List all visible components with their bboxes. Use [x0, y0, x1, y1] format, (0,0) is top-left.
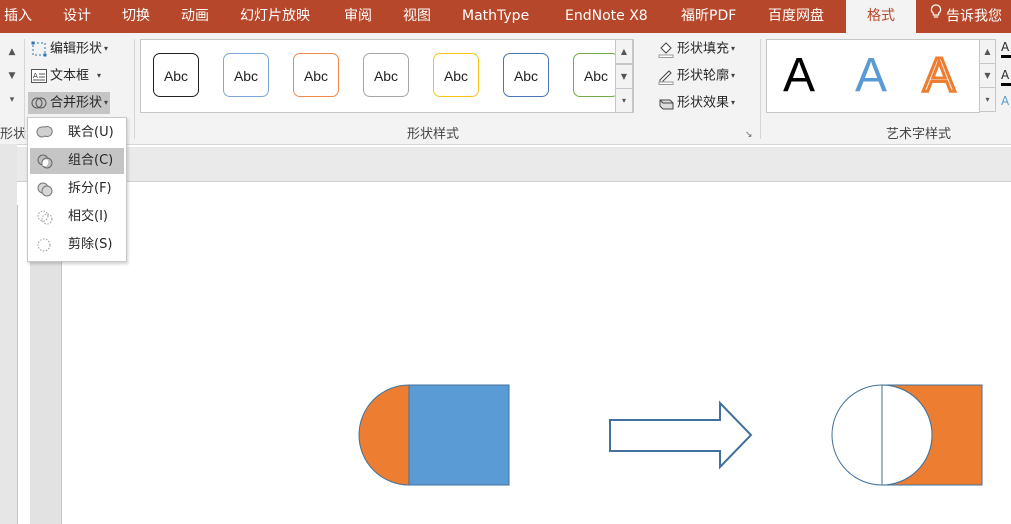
shape-style-swatch[interactable]: Abc	[223, 53, 269, 97]
shape-style-swatch[interactable]: Abc	[433, 53, 479, 97]
tab-format[interactable]: 格式	[846, 0, 916, 33]
tab-insert[interactable]: 插入	[4, 0, 32, 33]
ribbon-tab-bar: 插入 设计 切换 动画 幻灯片放映 审阅 视图 MathType EndNote…	[0, 0, 1011, 33]
tab-endnote[interactable]: EndNote X8	[565, 0, 648, 33]
combine-icon	[36, 152, 54, 170]
shape-style-swatch[interactable]: Abc	[293, 53, 339, 97]
merge-shapes-button[interactable]: 合并形状 ▾	[28, 92, 111, 114]
paint-bucket-icon	[657, 40, 677, 58]
wordart-scroll-down[interactable]: ▼	[979, 63, 996, 88]
tab-design[interactable]: 设计	[63, 0, 91, 33]
tab-review[interactable]: 审阅	[344, 0, 372, 33]
wordart-more[interactable]: ▾	[979, 87, 996, 112]
shape-styles-gallery[interactable]: Abc Abc Abc Abc Abc Abc Abc ▲ ▼ ▾	[140, 39, 634, 113]
menu-item-fragment[interactable]: 拆分(F)	[30, 176, 124, 202]
group-label-wordart: 艺术字样式	[886, 127, 952, 142]
menu-item-union[interactable]: 联合(U)	[30, 120, 124, 146]
wordart-swatch[interactable]: A	[921, 42, 956, 110]
scroll-up-icon[interactable]: ▲	[0, 41, 24, 63]
shape-style-swatch[interactable]: Abc	[153, 53, 199, 97]
shape-style-swatch[interactable]: Abc	[503, 53, 549, 97]
dialog-launcher-icon[interactable]: ↘	[745, 130, 753, 140]
horizontal-ruler	[17, 147, 1011, 182]
gallery-scroll-down[interactable]: ▼	[615, 64, 633, 89]
gallery-scroll-up[interactable]: ▲	[615, 39, 633, 64]
thumbnail-pane	[0, 144, 17, 524]
text-outline-icon[interactable]: A	[1001, 69, 1011, 86]
ribbon-format: ▲ ▼ ▾ 形状 编辑形状 ▾ A 文本框 ▾ 合并形状 ▾ Abc Abc Abc …	[0, 33, 1011, 145]
merge-shapes-icon	[30, 94, 50, 112]
shape-style-swatch[interactable]: Abc	[573, 53, 619, 97]
intersect-icon	[36, 208, 54, 226]
tab-baidu-netdisk[interactable]: 百度网盘	[768, 0, 824, 33]
shape-effects-button[interactable]: 形状效果 ▾	[655, 92, 737, 114]
group-label-shape-styles: 形状样式	[407, 127, 460, 142]
shape-fill-button[interactable]: 形状填充 ▾	[655, 38, 737, 60]
menu-item-combine[interactable]: 组合(C)	[30, 148, 124, 174]
menu-item-subtract[interactable]: 剪除(S)	[30, 232, 124, 258]
tab-slideshow[interactable]: 幻灯片放映	[240, 0, 310, 33]
half-circle-shape	[358, 384, 410, 486]
group-label-insert-shapes: 形状	[0, 127, 27, 142]
tell-me-label: 告诉我您	[946, 8, 1002, 25]
merge-shapes-menu: 联合(U) 组合(C) 拆分(F) 相交(I) 剪除(S)	[27, 117, 127, 262]
right-arrow-shape[interactable]	[609, 400, 753, 470]
tell-me-search[interactable]: 告诉我您	[930, 0, 1002, 33]
wordart-scroll-up[interactable]: ▲	[979, 39, 996, 64]
gallery-more[interactable]: ▾	[615, 88, 633, 113]
lightbulb-icon	[930, 0, 946, 33]
scroll-down-icon[interactable]: ▼	[0, 65, 24, 87]
pencil-icon	[657, 67, 677, 85]
tab-animations[interactable]: 动画	[181, 0, 209, 33]
edit-shape-button[interactable]: 编辑形状 ▾	[28, 38, 110, 60]
shape-group-before[interactable]	[358, 384, 510, 486]
wordart-styles-gallery[interactable]: A A A	[766, 39, 980, 113]
svg-text:A: A	[33, 72, 38, 80]
union-icon	[36, 124, 54, 142]
edit-shape-icon	[30, 40, 50, 58]
subtract-icon	[36, 236, 54, 254]
fragment-icon	[36, 180, 54, 198]
blue-square-shape	[408, 384, 510, 486]
slide-canvas[interactable]	[61, 182, 1011, 524]
wordart-swatch[interactable]: A	[783, 42, 815, 110]
shape-effects-icon	[657, 94, 677, 112]
tab-view[interactable]: 视图	[403, 0, 431, 33]
text-box-icon: A	[30, 67, 50, 85]
shape-group-after[interactable]	[831, 384, 983, 486]
shape-style-swatch[interactable]: Abc	[363, 53, 409, 97]
shape-outline-button[interactable]: 形状轮廓 ▾	[655, 65, 737, 87]
wordart-swatch[interactable]: A	[855, 42, 887, 110]
tab-transitions[interactable]: 切换	[122, 0, 150, 33]
tab-mathtype[interactable]: MathType	[462, 0, 529, 33]
more-icon[interactable]: ▾	[0, 89, 24, 111]
menu-item-intersect[interactable]: 相交(I)	[30, 204, 124, 230]
tab-foxit-pdf[interactable]: 福昕PDF	[681, 0, 736, 33]
text-fill-icon[interactable]: A	[1001, 41, 1011, 58]
text-effects-icon[interactable]: A	[1001, 95, 1011, 109]
text-box-button[interactable]: A 文本框 ▾	[28, 65, 103, 87]
